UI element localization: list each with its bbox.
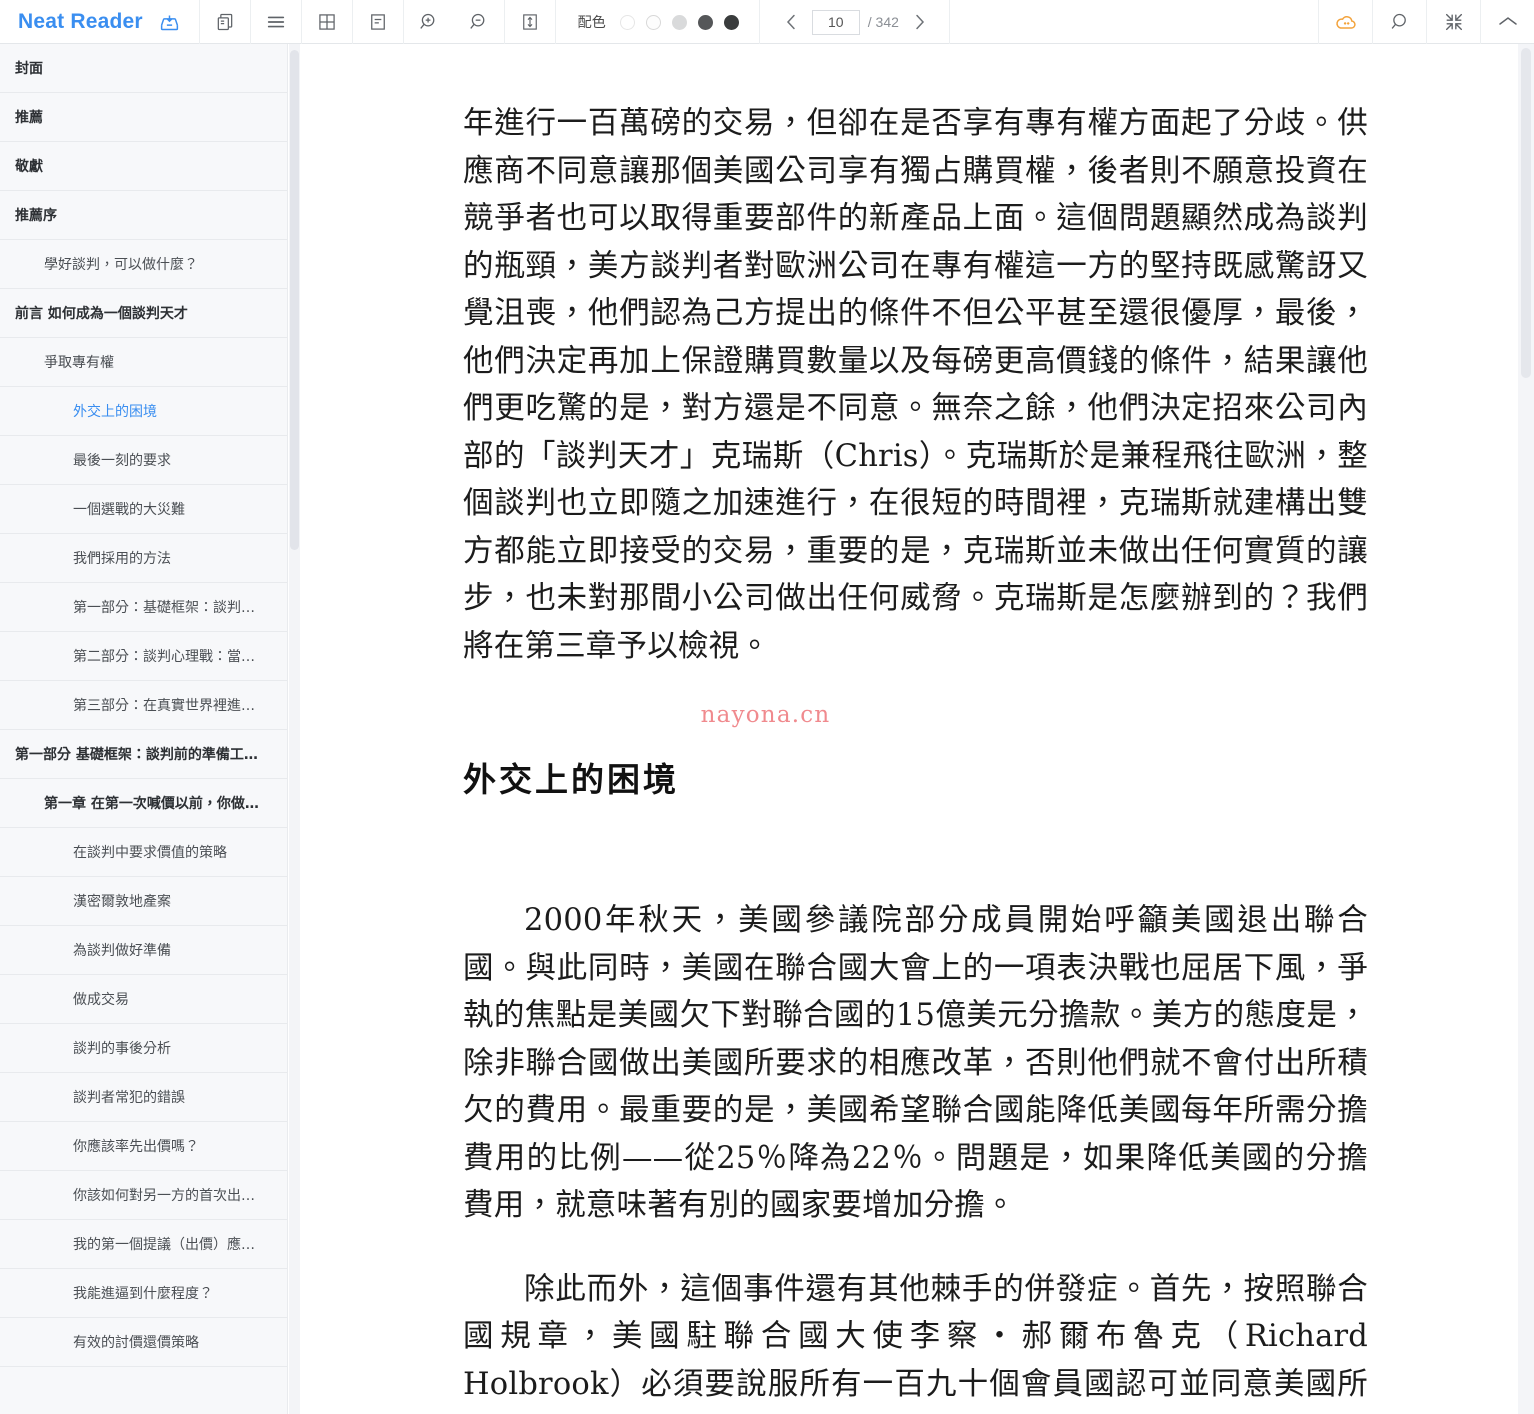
sidebar-scrollbar-thumb[interactable] bbox=[290, 50, 299, 550]
paragraph-2: 2000年秋天，美國參議院部分成員開始呼籲美國退出聯合國。與此同時，美國在聯合國… bbox=[463, 903, 1368, 1223]
search-icon[interactable] bbox=[1372, 0, 1426, 44]
sidebar-item-10[interactable]: 我們採用的方法 bbox=[0, 534, 287, 583]
page-body: 年進行一百萬磅的交易，但卻在是否享有專有權方面起了分歧。供應商不同意讓那個美國公… bbox=[463, 100, 1368, 1414]
toolbar-right-group bbox=[1318, 0, 1534, 44]
toolbar: Neat Reader 配色 10 / 342 bbox=[0, 0, 1534, 44]
sidebar-item-label: 在談判中要求價值的策略 bbox=[73, 845, 227, 861]
sidebar-item-label: 最後一刻的要求 bbox=[73, 453, 171, 469]
sidebar-item-label: 漢密爾敦地產案 bbox=[73, 894, 171, 910]
scheme-swatch-cream[interactable] bbox=[645, 14, 661, 30]
sidebar-item-24[interactable]: 我的第一個提議（出價）應… bbox=[0, 1220, 287, 1269]
pages-button-group bbox=[200, 0, 251, 44]
notes-button-group bbox=[353, 0, 404, 44]
zoom-button-group bbox=[404, 0, 505, 44]
notes-icon[interactable] bbox=[353, 0, 403, 44]
sidebar-item-5[interactable]: 前言 如何成為一個談判天才 bbox=[0, 289, 287, 338]
sidebar-item-label: 我的第一個提議（出價）應… bbox=[73, 1237, 255, 1253]
sidebar-item-7[interactable]: 外交上的困境 bbox=[0, 387, 287, 436]
sidebar-item-22[interactable]: 你應該率先出價嗎？ bbox=[0, 1122, 287, 1171]
sidebar-item-17[interactable]: 漢密爾敦地產案 bbox=[0, 877, 287, 926]
sidebar-item-14[interactable]: 第一部分 基礎框架：談判前的準備工… bbox=[0, 730, 287, 779]
brand-title: Neat Reader bbox=[18, 10, 143, 33]
color-scheme-group: 配色 bbox=[556, 0, 760, 44]
sidebar-item-21[interactable]: 談判者常犯的錯誤 bbox=[0, 1073, 287, 1122]
sidebar-item-label: 為談判做好準備 bbox=[73, 943, 171, 959]
hamburger-menu-icon[interactable] bbox=[251, 0, 301, 44]
sidebar-item-label: 封面 bbox=[15, 61, 43, 77]
sidebar-item-20[interactable]: 談判的事後分析 bbox=[0, 1024, 287, 1073]
sidebar-item-26[interactable]: 有效的討價還價策略 bbox=[0, 1318, 287, 1367]
chevron-up-icon[interactable] bbox=[1480, 0, 1534, 44]
sidebar-item-label: 你該如何對另一方的首次出… bbox=[73, 1188, 255, 1204]
line-height-icon[interactable] bbox=[505, 0, 555, 44]
sidebar-item-label: 你應該率先出價嗎？ bbox=[73, 1139, 199, 1155]
scheme-swatch-light-gray[interactable] bbox=[671, 14, 687, 30]
page-number-input[interactable] bbox=[811, 9, 860, 35]
sidebar-item-15[interactable]: 第一章 在第一次喊價以前，你做… bbox=[0, 779, 287, 828]
sidebar-item-19[interactable]: 做成交易 bbox=[0, 975, 287, 1024]
sidebar-item-label: 推薦序 bbox=[15, 208, 57, 224]
sidebar-item-label: 學好談判，可以做什麼？ bbox=[44, 257, 198, 273]
sidebar-item-label: 我能進逼到什麼程度？ bbox=[73, 1286, 213, 1302]
page-total-label: / 342 bbox=[867, 14, 899, 30]
sidebar-item-6[interactable]: 爭取專有權 bbox=[0, 338, 287, 387]
sidebar-item-label: 第一章 在第一次喊價以前，你做… bbox=[44, 796, 259, 812]
layout-button-group bbox=[302, 0, 353, 44]
sidebar-item-18[interactable]: 為談判做好準備 bbox=[0, 926, 287, 975]
sidebar-item-23[interactable]: 你該如何對另一方的首次出… bbox=[0, 1171, 287, 1220]
zoom-out-icon[interactable] bbox=[454, 0, 504, 44]
content-scrollbar-thumb[interactable] bbox=[1521, 48, 1531, 378]
sidebar-item-label: 有效的討價還價策略 bbox=[73, 1335, 199, 1351]
sidebar-item-label: 外交上的困境 bbox=[73, 404, 157, 420]
brand[interactable]: Neat Reader bbox=[0, 0, 200, 44]
sidebar-item-11[interactable]: 第一部分：基礎框架：談判… bbox=[0, 583, 287, 632]
cloud-sync-icon[interactable] bbox=[1318, 0, 1372, 44]
sidebar-item-25[interactable]: 我能進逼到什麼程度？ bbox=[0, 1269, 287, 1318]
sidebar-item-label: 推薦 bbox=[15, 110, 43, 126]
scheme-swatch-black[interactable] bbox=[723, 14, 739, 30]
sidebar-item-label: 前言 如何成為一個談判天才 bbox=[15, 306, 188, 322]
next-page-button[interactable] bbox=[907, 7, 933, 37]
prev-page-button[interactable] bbox=[778, 7, 804, 37]
sidebar-item-label: 我們採用的方法 bbox=[73, 551, 171, 567]
sidebar-item-16[interactable]: 在談判中要求價值的策略 bbox=[0, 828, 287, 877]
watermark: nayona.cn bbox=[700, 702, 831, 728]
fullscreen-exit-icon[interactable] bbox=[1426, 0, 1480, 44]
sidebar-item-0[interactable]: 封面 bbox=[0, 44, 287, 93]
sidebar-item-label: 談判者常犯的錯誤 bbox=[73, 1090, 185, 1106]
sidebar-item-label: 第二部分：談判心理戰：當… bbox=[73, 649, 255, 665]
reader-content: 年進行一百萬磅的交易，但卻在是否享有專有權方面起了分歧。供應商不同意讓那個美國公… bbox=[300, 44, 1510, 1414]
sidebar-item-label: 第一部分：基礎框架：談判… bbox=[73, 600, 255, 616]
paragraph-3: 除此而外，這個事件還有其他棘手的併發症。首先，按照聯合國規章，美國駐聯合國大使李… bbox=[463, 1271, 1368, 1402]
sidebar-item-label: 第一部分 基礎框架：談判前的準備工… bbox=[15, 747, 258, 763]
scheme-swatch-white[interactable] bbox=[619, 14, 635, 30]
sidebar-item-label: 一個選戰的大災難 bbox=[73, 502, 185, 518]
sidebar-item-2[interactable]: 敬獻 bbox=[0, 142, 287, 191]
line-height-button-group bbox=[505, 0, 556, 44]
sidebar-item-label: 爭取專有權 bbox=[44, 355, 114, 371]
paragraph-1: 年進行一百萬磅的交易，但卻在是否享有專有權方面起了分歧。供應商不同意讓那個美國公… bbox=[463, 106, 1368, 664]
sidebar-item-8[interactable]: 最後一刻的要求 bbox=[0, 436, 287, 485]
color-scheme-label: 配色 bbox=[577, 15, 606, 31]
pager: / 342 bbox=[760, 0, 950, 44]
sidebar-item-9[interactable]: 一個選戰的大災難 bbox=[0, 485, 287, 534]
sidebar-toc[interactable]: 封面推薦敬獻推薦序學好談判，可以做什麼？ 前言 如何成為一個談判天才爭取專有權外交… bbox=[0, 44, 288, 1414]
sidebar-item-3[interactable]: 推薦序 bbox=[0, 191, 287, 240]
sidebar-item-label: 敬獻 bbox=[15, 159, 43, 175]
toc-button-group bbox=[251, 0, 302, 44]
grid-layout-icon[interactable] bbox=[302, 0, 352, 44]
sidebar-item-4[interactable]: 學好談判，可以做什麼？ bbox=[0, 240, 287, 289]
copy-pages-icon[interactable] bbox=[200, 0, 250, 44]
sidebar-item-1[interactable]: 推薦 bbox=[0, 93, 287, 142]
sidebar-item-label: 做成交易 bbox=[73, 992, 129, 1008]
zoom-in-icon[interactable] bbox=[404, 0, 454, 44]
sidebar-item-label: 談判的事後分析 bbox=[73, 1041, 171, 1057]
section-heading: 外交上的困境 bbox=[463, 760, 679, 799]
download-inbox-icon[interactable] bbox=[155, 0, 185, 44]
sidebar-item-label: 第三部分：在真實世界裡進… bbox=[73, 698, 255, 714]
sidebar-item-12[interactable]: 第二部分：談判心理戰：當… bbox=[0, 632, 287, 681]
scheme-swatch-dark-gray[interactable] bbox=[697, 14, 713, 30]
sidebar-item-13[interactable]: 第三部分：在真實世界裡進… bbox=[0, 681, 287, 730]
